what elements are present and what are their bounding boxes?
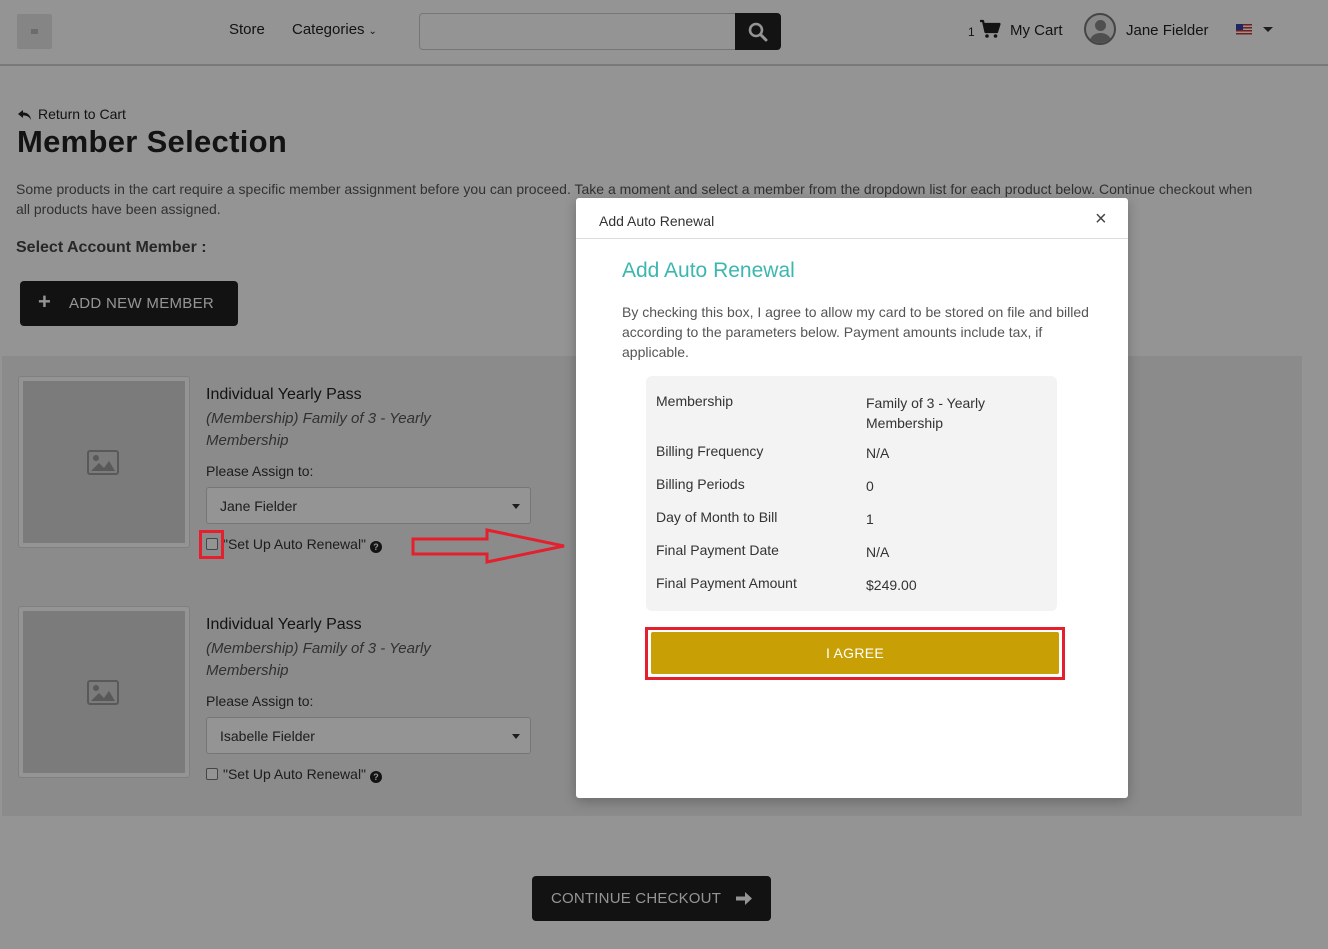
close-icon[interactable]: × <box>1095 209 1107 229</box>
modal-header-title: Add Auto Renewal <box>599 213 715 229</box>
modal-header: Add Auto Renewal × <box>576 198 1128 239</box>
details-label: Billing Frequency <box>656 443 764 459</box>
details-value: N/A <box>866 445 890 461</box>
annotation-highlight-agree <box>645 627 1065 680</box>
details-value: $249.00 <box>866 577 917 593</box>
details-label: Day of Month to Bill <box>656 509 778 525</box>
details-label: Billing Periods <box>656 476 745 492</box>
details-value: Family of 3 - Yearly Membership <box>866 395 986 431</box>
modal-consent-text: By checking this box, I agree to allow m… <box>622 304 1089 360</box>
details-label: Membership <box>656 393 734 409</box>
details-label: Final Payment Date <box>656 542 779 558</box>
modal-title: Add Auto Renewal <box>622 259 795 282</box>
details-value: 0 <box>866 478 874 494</box>
details-value: 1 <box>866 511 874 527</box>
details-value: N/A <box>866 544 890 560</box>
billing-details-table: Membership Family of 3 - Yearly Membersh… <box>646 376 1057 611</box>
details-label: Final Payment Amount <box>656 575 797 591</box>
annotation-arrow <box>411 528 565 564</box>
auto-renewal-modal: Add Auto Renewal × Add Auto Renewal By c… <box>576 198 1128 798</box>
annotation-highlight-checkbox <box>199 530 224 559</box>
